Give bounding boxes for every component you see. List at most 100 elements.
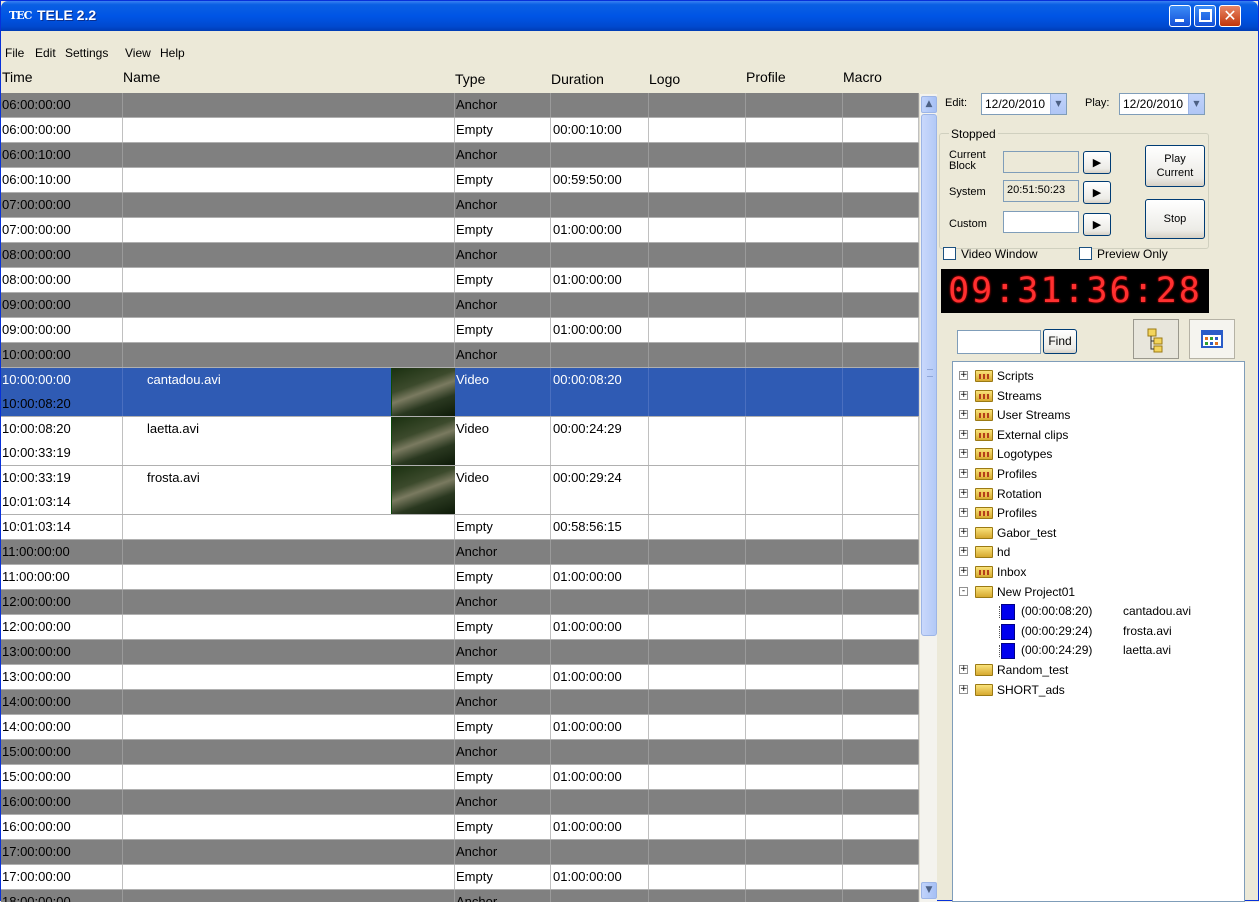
col-header-logo[interactable]: Logo: [649, 71, 681, 93]
preview-only-checkbox[interactable]: [1079, 247, 1092, 260]
expand-icon[interactable]: +: [959, 547, 968, 556]
expand-icon[interactable]: +: [959, 567, 968, 576]
play-date-select[interactable]: 12/20/2010 ▼: [1119, 93, 1205, 115]
scroll-down-button[interactable]: ▼: [921, 882, 937, 899]
table-row[interactable]: 13:00:00:00 Anchor: [1, 640, 919, 665]
grid-scrollbar[interactable]: ▲ ▼: [919, 94, 937, 902]
table-row[interactable]: 11:00:00:00 Anchor: [1, 540, 919, 565]
collapse-icon[interactable]: -: [959, 587, 968, 596]
find-input[interactable]: [957, 330, 1041, 354]
tree-node[interactable]: + Logotypes: [953, 446, 1243, 464]
col-header-name[interactable]: Name: [123, 69, 161, 91]
cell-name: [123, 865, 455, 889]
table-row[interactable]: 17:00:00:00 Anchor: [1, 840, 919, 865]
table-row[interactable]: 10:00:00:00 Anchor: [1, 343, 919, 368]
maximize-button[interactable]: [1194, 5, 1216, 27]
scroll-up-button[interactable]: ▲: [921, 96, 937, 113]
expand-icon[interactable]: +: [959, 430, 968, 439]
tree-node[interactable]: + Inbox: [953, 564, 1243, 582]
table-row[interactable]: 10:01:03:14 Empty 00:58:56:15: [1, 515, 919, 540]
tree-node[interactable]: + External clips: [953, 427, 1243, 445]
expand-icon[interactable]: +: [959, 371, 968, 380]
tree-node[interactable]: + Scripts: [953, 368, 1243, 386]
expand-icon[interactable]: +: [959, 410, 968, 419]
video-window-checkbox[interactable]: [943, 247, 956, 260]
col-header-time[interactable]: Time: [2, 69, 33, 91]
close-button[interactable]: ✕: [1219, 5, 1241, 27]
table-row[interactable]: 10:00:08:20 laetta.avi Video 00:00:24:29 10:…: [1, 417, 919, 466]
tree-node[interactable]: + Gabor_test: [953, 525, 1243, 543]
menu-view[interactable]: View: [125, 46, 151, 60]
table-row[interactable]: 10:00:00:00 cantadou.avi Video 00:00:08:20 1…: [1, 368, 919, 417]
table-row[interactable]: 11:00:00:00 Empty 01:00:00:00: [1, 565, 919, 590]
table-row[interactable]: 18:00:00:00 Anchor: [1, 890, 919, 902]
stop-button[interactable]: Stop: [1145, 199, 1205, 239]
table-row[interactable]: 08:00:00:00 Anchor: [1, 243, 919, 268]
tree-node[interactable]: - New Project01: [953, 584, 1243, 602]
table-row[interactable]: 06:00:10:00 Anchor: [1, 143, 919, 168]
tree-clip-node[interactable]: (00:00:29:24) frosta.avi: [953, 623, 1243, 641]
table-row[interactable]: 10:00:33:19 frosta.avi Video 00:00:29:24 10:…: [1, 466, 919, 515]
table-row[interactable]: 13:00:00:00 Empty 01:00:00:00: [1, 665, 919, 690]
expand-icon[interactable]: +: [959, 528, 968, 537]
find-button[interactable]: Find: [1043, 329, 1077, 354]
custom-time-input[interactable]: [1003, 211, 1079, 233]
table-row[interactable]: 07:00:00:00 Empty 01:00:00:00: [1, 218, 919, 243]
play-system-button[interactable]: ▶: [1083, 181, 1111, 204]
col-header-type[interactable]: Type: [455, 71, 486, 93]
edit-date-select[interactable]: 12/20/2010 ▼: [981, 93, 1067, 115]
tree-node[interactable]: + hd: [953, 544, 1243, 562]
tree-node[interactable]: + Profiles: [953, 466, 1243, 484]
table-row[interactable]: 07:00:00:00 Anchor: [1, 193, 919, 218]
tree-node[interactable]: + SHORT_ads: [953, 682, 1243, 700]
table-row[interactable]: 15:00:00:00 Anchor: [1, 740, 919, 765]
table-row[interactable]: 16:00:00:00 Empty 01:00:00:00: [1, 815, 919, 840]
play-current-button[interactable]: Play Current: [1145, 145, 1205, 187]
expand-icon[interactable]: +: [959, 685, 968, 694]
minimize-button[interactable]: [1169, 5, 1191, 27]
tree-node[interactable]: + Profiles: [953, 505, 1243, 523]
menu-help[interactable]: Help: [160, 46, 185, 60]
col-header-duration[interactable]: Duration: [551, 71, 604, 93]
table-row[interactable]: 12:00:00:00 Anchor: [1, 590, 919, 615]
tree-node[interactable]: + User Streams: [953, 407, 1243, 425]
expand-icon[interactable]: +: [959, 665, 968, 674]
play-custom-button[interactable]: ▶: [1083, 213, 1111, 236]
tree-node-label: Streams: [997, 389, 1042, 403]
title-bar[interactable]: TEC TELE 2.2 ✕: [1, 1, 1258, 31]
grid-view-button[interactable]: [1189, 319, 1235, 359]
scroll-thumb[interactable]: [921, 114, 937, 636]
col-header-profile[interactable]: Profile: [746, 69, 786, 91]
schedule-grid[interactable]: Time Name Type Duration Logo Profile Mac…: [1, 66, 919, 902]
table-row[interactable]: 06:00:00:00 Empty 00:00:10:00: [1, 118, 919, 143]
table-row[interactable]: 06:00:00:00 Anchor: [1, 93, 919, 118]
tree-clip-node[interactable]: (00:00:08:20) cantadou.avi: [953, 603, 1243, 621]
table-row[interactable]: 14:00:00:00 Empty 01:00:00:00: [1, 715, 919, 740]
table-row[interactable]: 16:00:00:00 Anchor: [1, 790, 919, 815]
table-row[interactable]: 06:00:10:00 Empty 00:59:50:00: [1, 168, 919, 193]
tree-node[interactable]: + Streams: [953, 388, 1243, 406]
media-tree[interactable]: + Scripts + Streams + User Streams + External c…: [952, 361, 1245, 902]
tree-clip-node[interactable]: (00:00:24:29) laetta.avi: [953, 642, 1243, 660]
play-current-block-button[interactable]: ▶: [1083, 151, 1111, 174]
expand-icon[interactable]: +: [959, 449, 968, 458]
table-row[interactable]: 14:00:00:00 Anchor: [1, 690, 919, 715]
expand-icon[interactable]: +: [959, 391, 968, 400]
menu-file[interactable]: File: [5, 46, 24, 60]
cell-logo: [649, 417, 746, 465]
table-row[interactable]: 17:00:00:00 Empty 01:00:00:00: [1, 865, 919, 890]
table-row[interactable]: 08:00:00:00 Empty 01:00:00:00: [1, 268, 919, 293]
menu-edit[interactable]: Edit: [35, 46, 56, 60]
table-row[interactable]: 12:00:00:00 Empty 01:00:00:00: [1, 615, 919, 640]
expand-icon[interactable]: +: [959, 508, 968, 517]
expand-icon[interactable]: +: [959, 489, 968, 498]
table-row[interactable]: 09:00:00:00 Empty 01:00:00:00: [1, 318, 919, 343]
tree-view-button[interactable]: [1133, 319, 1179, 359]
menu-settings[interactable]: Settings: [65, 46, 108, 60]
col-header-macro[interactable]: Macro: [843, 69, 882, 91]
tree-node[interactable]: + Random_test: [953, 662, 1243, 680]
table-row[interactable]: 15:00:00:00 Empty 01:00:00:00: [1, 765, 919, 790]
expand-icon[interactable]: +: [959, 469, 968, 478]
tree-node[interactable]: + Rotation: [953, 486, 1243, 504]
table-row[interactable]: 09:00:00:00 Anchor: [1, 293, 919, 318]
